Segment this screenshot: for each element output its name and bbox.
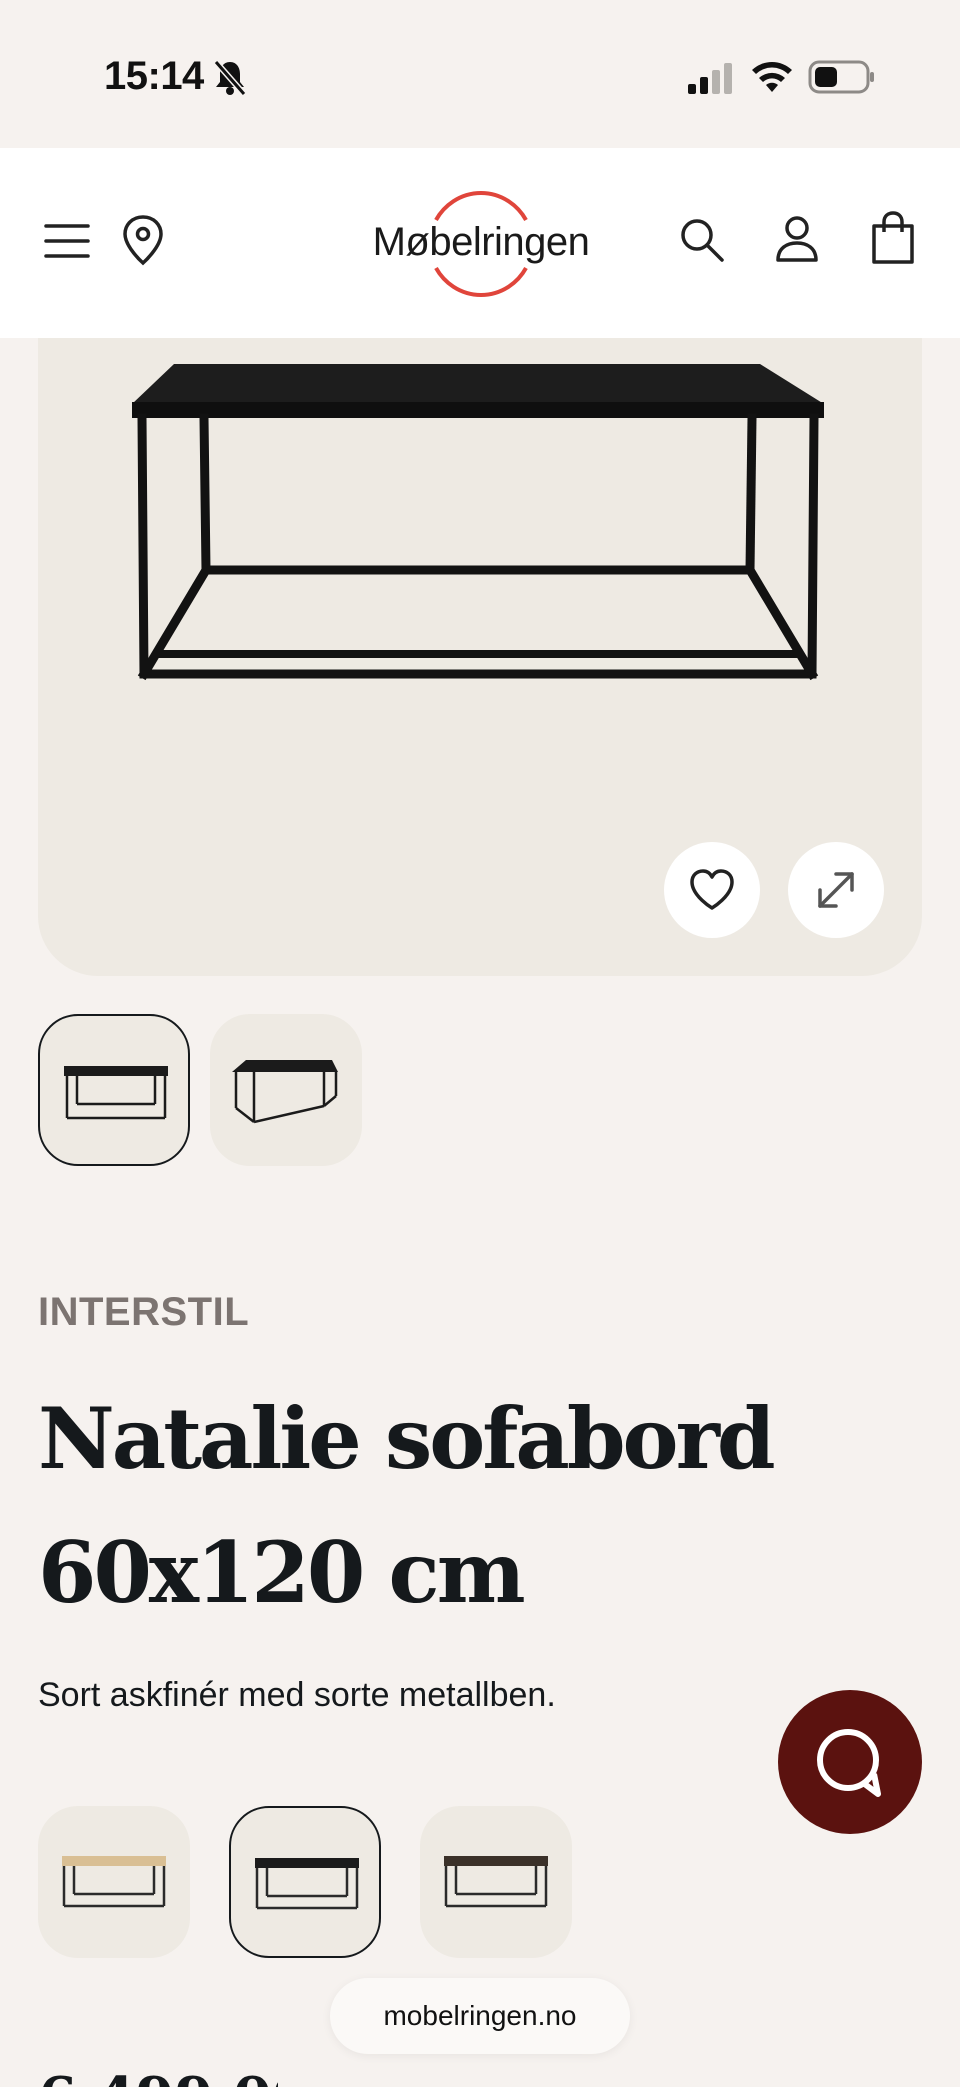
product-title: Natalie sofabord 60x120 cm [38, 1389, 776, 1622]
wifi-icon [752, 62, 792, 92]
expand-icon [818, 872, 854, 908]
site-header: Møbelringen [0, 148, 960, 338]
bell-slash-icon [213, 60, 247, 96]
gallery-thumbnail-1[interactable] [38, 1014, 190, 1166]
product-brand[interactable]: INTERSTIL [38, 1290, 249, 1335]
variant-oak[interactable] [38, 1806, 190, 1958]
product-image-panel[interactable] [38, 338, 922, 976]
browser-url-bar[interactable]: mobelringen.no [330, 1978, 630, 2054]
product-price: 6.499,00 [38, 2068, 278, 2087]
favorite-button[interactable] [664, 842, 760, 938]
variant-black[interactable] [229, 1806, 381, 1958]
battery-icon [808, 60, 874, 94]
thumbnail-table-angle-image [232, 1060, 338, 1124]
menu-icon[interactable] [44, 218, 90, 264]
location-pin-icon[interactable] [120, 214, 166, 266]
variant-dark-brown[interactable] [420, 1806, 572, 1958]
status-time: 15:14 [104, 54, 204, 98]
cellular-signal-icon [688, 63, 732, 94]
gallery-thumbnail-2[interactable] [210, 1014, 362, 1166]
variant-black-table-image [255, 1858, 359, 1910]
product-description: Sort askfinér med sorte metallben. [38, 1676, 556, 1714]
shopping-bag-icon[interactable] [868, 210, 918, 266]
account-icon[interactable] [774, 214, 820, 264]
variant-oak-table-image [62, 1856, 166, 1908]
chat-bubble-icon [817, 1729, 881, 1797]
site-logo[interactable]: Møbelringen [358, 184, 604, 304]
expand-image-button[interactable] [788, 842, 884, 938]
logo-text: Møbelringen [372, 220, 590, 264]
product-image [132, 364, 824, 681]
thumbnail-table-front-image [64, 1066, 168, 1120]
search-icon[interactable] [678, 216, 726, 264]
status-bar: 15:14 [0, 0, 960, 148]
heart-icon [690, 869, 734, 910]
chat-button[interactable] [778, 1690, 922, 1834]
variant-dark-brown-table-image [444, 1856, 548, 1908]
